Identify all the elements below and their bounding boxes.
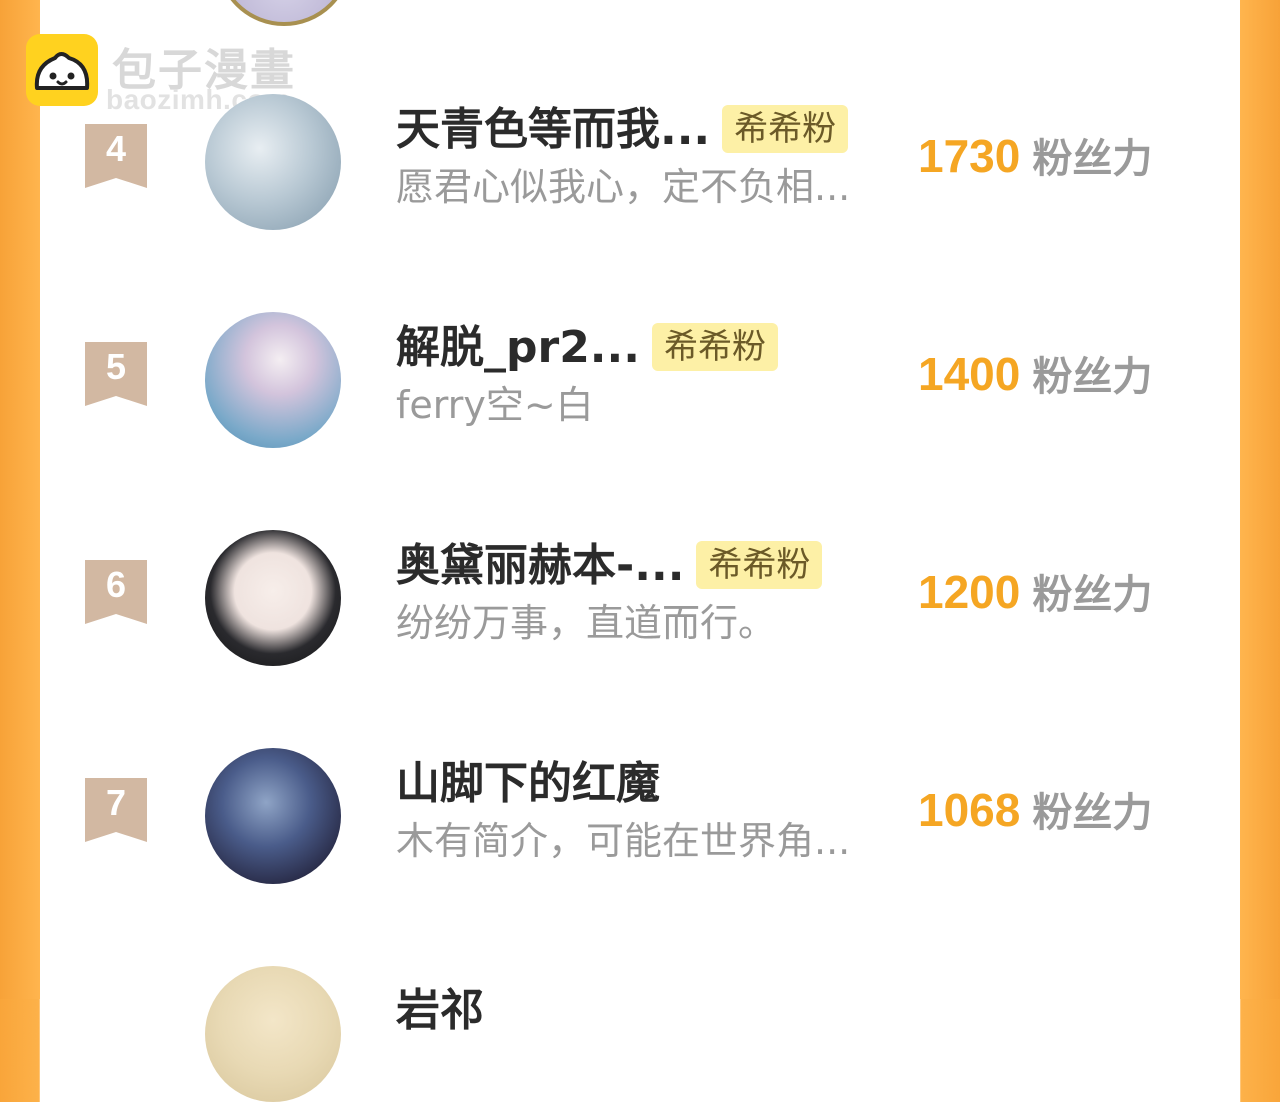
user-name-text[interactable]: 解脱_pr2... <box>396 322 640 373</box>
ranking-row[interactable]: 5 解脱_pr2... 希希粉 ferry空~白 1400 粉丝力 <box>0 312 1280 452</box>
user-name-text[interactable]: 山脚下的红魔 <box>396 758 660 809</box>
fan-power-unit: 粉丝力 <box>1032 572 1153 618</box>
user-bio: 木有简介，可能在世界角... <box>396 819 851 863</box>
fan-power-value: 1730 <box>918 130 1021 182</box>
fan-power: 1200 粉丝力 <box>918 564 1152 631</box>
avatar[interactable] <box>205 748 341 884</box>
fan-power-unit: 粉丝力 <box>1032 790 1153 836</box>
rank-number: 5 <box>105 346 127 387</box>
ranking-row[interactable]: 6 奥黛丽赫本-... 希希粉 纷纷万事，直道而行。 1200 粉丝力 <box>0 530 1280 670</box>
user-name-text[interactable]: 奥黛丽赫本-... <box>396 540 684 591</box>
user-name[interactable]: 天青色等而我... 希希粉 <box>396 104 849 156</box>
ranking-row[interactable]: 4 天青色等而我... 希希粉 愿君心似我心，定不负相... 1730 粉丝力 <box>0 94 1280 234</box>
avatar[interactable] <box>205 530 341 666</box>
rank-number: 6 <box>105 564 127 605</box>
fan-power-value: 1400 <box>918 348 1021 400</box>
user-name[interactable]: 山脚下的红魔 <box>396 758 660 810</box>
fan-power-value: 1068 <box>918 784 1021 836</box>
user-name-next-partial[interactable]: 岩祁 <box>396 985 484 1037</box>
fan-power: 1730 粉丝力 <box>918 128 1152 195</box>
fan-power: 1400 粉丝力 <box>918 346 1152 413</box>
user-bio: ferry空~白 <box>396 383 594 427</box>
avatar-next-partial[interactable] <box>205 966 341 1102</box>
fan-power-unit: 粉丝力 <box>1032 136 1153 182</box>
fan-power-unit: 粉丝力 <box>1032 354 1153 400</box>
fan-badge: 希希粉 <box>651 323 778 371</box>
fan-power-value: 1200 <box>918 566 1021 618</box>
avatar[interactable] <box>205 94 341 230</box>
fan-badge: 希希粉 <box>696 541 823 589</box>
fan-badge: 希希粉 <box>722 105 849 153</box>
user-name[interactable]: 解脱_pr2... 希希粉 <box>396 322 778 374</box>
user-bio: 纷纷万事，直道而行。 <box>396 601 777 645</box>
ranking-row[interactable]: 7 山脚下的红魔 木有简介，可能在世界角... 1068 粉丝力 <box>0 748 1280 888</box>
rank-number: 7 <box>105 782 127 823</box>
rank-number: 4 <box>105 128 127 169</box>
user-name[interactable]: 奥黛丽赫本-... 希希粉 <box>396 540 823 592</box>
avatar[interactable] <box>205 312 341 448</box>
user-bio: 愿君心似我心，定不负相... <box>396 165 851 209</box>
fan-power: 1068 粉丝力 <box>918 782 1152 849</box>
user-name-text[interactable]: 天青色等而我... <box>396 104 710 155</box>
